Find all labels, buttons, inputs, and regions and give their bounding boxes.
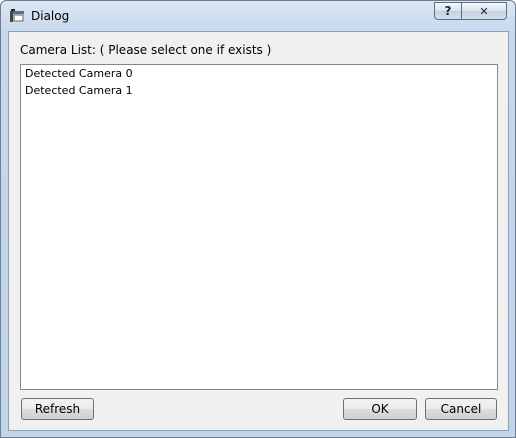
list-item-camera-1[interactable]: Detected Camera 1 [21,82,497,99]
camera-list[interactable]: Detected Camera 0 Detected Camera 1 [20,64,498,390]
dialog-window: Dialog ? ✕ Camera List: ( Please select … [0,0,516,438]
window-title: Dialog [31,9,70,23]
camera-list-label: Camera List: ( Please select one if exis… [20,43,272,57]
help-button[interactable]: ? [434,2,462,20]
list-item-camera-0[interactable]: Detected Camera 0 [21,65,497,82]
title-bar[interactable]: Dialog ? ✕ [1,1,515,31]
refresh-button[interactable]: Refresh [21,398,94,420]
ok-button[interactable]: OK [343,398,417,420]
close-icon: ✕ [479,4,489,18]
dialog-body: Camera List: ( Please select one if exis… [8,31,509,431]
app-window-icon [9,8,25,24]
close-button[interactable]: ✕ [461,2,507,20]
help-icon: ? [444,4,452,18]
cancel-button[interactable]: Cancel [425,398,497,420]
